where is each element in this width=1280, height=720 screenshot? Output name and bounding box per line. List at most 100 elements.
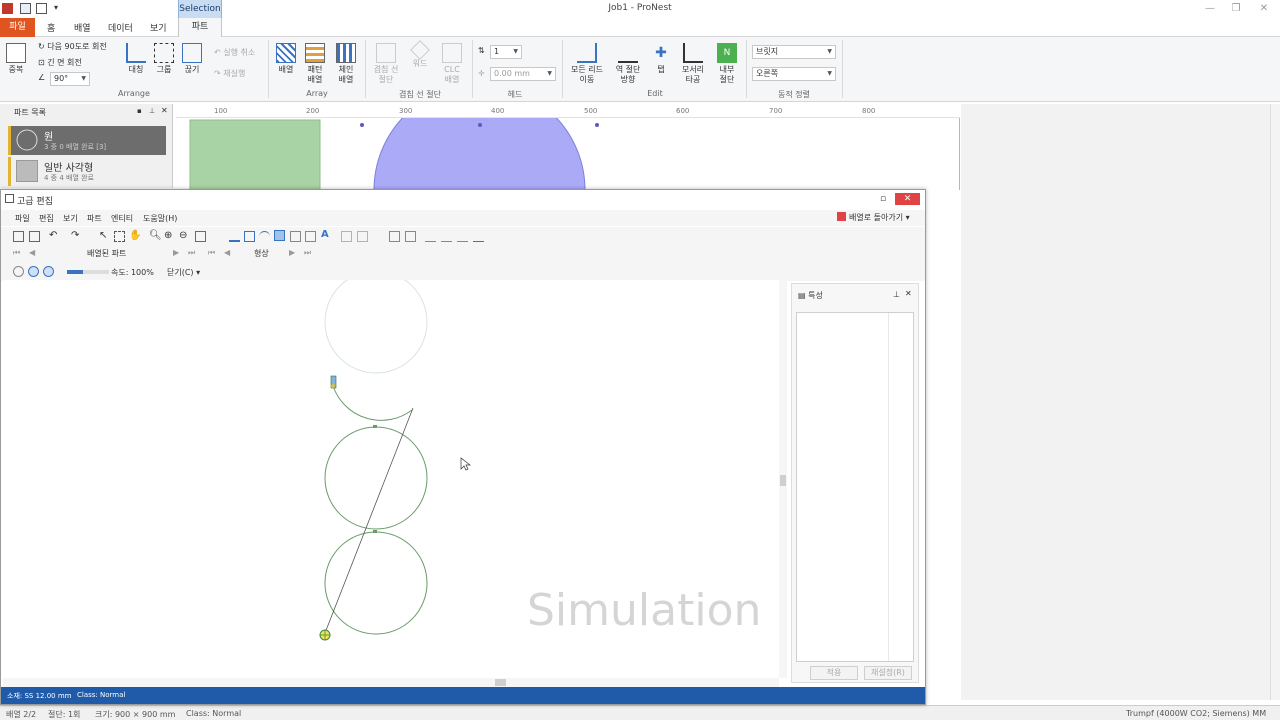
minimize-button[interactable]: — xyxy=(1200,2,1220,16)
tab-button[interactable]: ✚ 탭 xyxy=(650,43,672,75)
move-all-leads-button[interactable]: 모든 리드 이동 xyxy=(568,43,606,85)
sort-direction-combo[interactable]: 오른쪽 ▼ xyxy=(752,67,836,81)
print-icon[interactable] xyxy=(29,231,40,242)
tab-view[interactable]: 보기 xyxy=(150,21,167,34)
rotate-next-90-button[interactable]: ↻ 다음 90도로 회전 xyxy=(38,41,107,52)
draw-rect-icon[interactable] xyxy=(244,231,255,242)
ruler-label: 200 xyxy=(306,107,320,115)
reverse-cut-direction-button[interactable]: 역 절단 방향 xyxy=(612,43,644,85)
scroll-thumb[interactable] xyxy=(780,475,786,486)
select-icon[interactable]: ↖ xyxy=(99,230,110,241)
stop-icon[interactable] xyxy=(43,266,54,277)
zoom-icon[interactable]: 🔍︎ xyxy=(149,230,162,241)
clc-array-button[interactable]: CLC 배열 xyxy=(438,43,466,85)
undo-exec-button[interactable]: ↶ 실행 취소 xyxy=(214,47,255,58)
head-count-combo[interactable]: 1 ▼ xyxy=(490,45,522,59)
scroll-thumb[interactable] xyxy=(495,679,506,686)
chart-icon[interactable] xyxy=(473,231,484,242)
sim-vertical-scrollbar[interactable] xyxy=(779,280,787,678)
tab-tool-icon[interactable] xyxy=(457,231,468,242)
dimension-icon[interactable] xyxy=(405,231,416,242)
dialog-close-button[interactable]: ✕ xyxy=(895,193,920,205)
play-icon[interactable] xyxy=(13,266,24,277)
tab-part[interactable]: 파트 xyxy=(178,18,222,38)
chain-array-button[interactable]: 체인 배열 xyxy=(333,43,359,85)
array-button[interactable]: 배열 xyxy=(274,43,298,75)
parts-list-title: 파트 목록 xyxy=(14,108,46,117)
main-vertical-scrollbar[interactable] xyxy=(1270,104,1280,700)
close-button[interactable]: ✕ xyxy=(1254,2,1274,16)
apply-button[interactable]: 적용 xyxy=(810,666,858,680)
panel-close-icon[interactable]: ✕ xyxy=(161,106,168,115)
properties-pin-icon[interactable]: ⊥ xyxy=(893,290,900,299)
interior-cut-button[interactable]: N 내부 절단 xyxy=(712,43,742,85)
pan-icon[interactable]: ✋ xyxy=(129,230,141,241)
trim-icon[interactable] xyxy=(290,231,301,242)
menu-part[interactable]: 파트 xyxy=(87,213,102,224)
zoom-fit-icon[interactable] xyxy=(195,231,206,242)
redo-exec-button[interactable]: ↷ 재실행 xyxy=(214,68,245,79)
active-tool-icon[interactable] xyxy=(274,230,285,241)
close-sim-button[interactable]: 닫기(C) ▾ xyxy=(167,267,200,278)
part-item-circle[interactable]: 원 3 중 0 배열 완료 [3] xyxy=(8,126,166,155)
draw-line-icon[interactable] xyxy=(229,231,240,242)
tab-data[interactable]: 데이터 xyxy=(108,21,133,34)
last-part-icon[interactable]: ⏭ xyxy=(188,248,199,259)
pause-icon[interactable] xyxy=(28,266,39,277)
redo-icon[interactable]: ↷ xyxy=(71,230,82,241)
dialog-restore-button[interactable]: ▫ xyxy=(877,193,889,205)
tab-home[interactable]: 홈 xyxy=(47,21,55,34)
cut-path-icon[interactable] xyxy=(425,231,436,242)
auto-hide-icon[interactable]: ⊥ xyxy=(149,107,155,115)
draw-arc-icon[interactable] xyxy=(259,231,270,242)
next-shape-icon[interactable]: ▶ xyxy=(289,248,300,259)
undo-icon[interactable]: ↶ xyxy=(49,230,60,241)
first-part-icon[interactable]: ⏮ xyxy=(13,248,24,259)
mirror-button[interactable]: 대칭 xyxy=(124,43,148,75)
reset-button[interactable]: 재설정(R) xyxy=(864,666,912,680)
zoom-out-icon[interactable]: ⊖ xyxy=(179,230,190,241)
lead-icon[interactable] xyxy=(341,231,352,242)
tab-file[interactable]: 파일 xyxy=(0,18,35,37)
menu-entity[interactable]: 엔티티 xyxy=(111,213,133,224)
pin-icon[interactable]: ▪ xyxy=(137,107,142,115)
common-line-cut-button[interactable]: 겹침 선 절단 xyxy=(370,43,402,85)
menu-help[interactable]: 도움말(H) xyxy=(143,213,177,224)
last-shape-icon[interactable]: ⏭ xyxy=(304,248,315,259)
bridge-button[interactable]: 워드 xyxy=(406,40,434,69)
head-offset-combo[interactable]: 0.00 mm ▼ xyxy=(490,67,556,81)
dialog-toolbar-2: ⏮ ◀ 배열된 파트 ▶ ⏭ ⏮ ◀ 형상 ▶ ⏭ xyxy=(1,245,925,263)
nest-canvas[interactable] xyxy=(176,118,960,190)
part-item-rectangle[interactable]: 일반 사각형 4 중 4 배열 완료 xyxy=(8,157,166,186)
prev-shape-icon[interactable]: ◀ xyxy=(224,248,235,259)
speed-slider[interactable] xyxy=(67,270,109,274)
sim-horizontal-scrollbar[interactable] xyxy=(3,678,779,687)
long-side-rotate-button[interactable]: ⊡ 긴 면 회전 xyxy=(38,57,82,68)
properties-close-icon[interactable]: ✕ xyxy=(905,289,912,298)
properties-grid[interactable] xyxy=(796,312,914,662)
menu-edit[interactable]: 편집 xyxy=(39,213,54,224)
first-shape-icon[interactable]: ⏮ xyxy=(208,248,219,259)
goto-array-button[interactable]: 배열로 돌아가기 ▾ xyxy=(837,212,910,223)
sort-bridge-combo[interactable]: 브릿지 ▼ xyxy=(752,45,836,59)
group-button[interactable]: 그룹 xyxy=(152,43,176,75)
tab-array[interactable]: 배열 xyxy=(74,21,91,34)
menu-file[interactable]: 파일 xyxy=(15,213,30,224)
rotation-angle-combo[interactable]: 90° ▼ xyxy=(50,72,90,86)
corner-loop-button[interactable]: 모서리 타공 xyxy=(678,43,708,85)
save-icon[interactable] xyxy=(13,231,24,242)
zoom-in-icon[interactable]: ⊕ xyxy=(164,230,175,241)
next-part-icon[interactable]: ▶ xyxy=(173,248,184,259)
prev-part-icon[interactable]: ◀ xyxy=(29,248,40,259)
measure-icon[interactable] xyxy=(389,231,400,242)
duplicate-button[interactable]: 중복 xyxy=(4,43,28,75)
explode-button[interactable]: 끊기 xyxy=(180,43,204,75)
lead-options-icon[interactable] xyxy=(357,231,368,242)
extend-icon[interactable] xyxy=(305,231,316,242)
menu-view[interactable]: 보기 xyxy=(63,213,78,224)
box-select-icon[interactable] xyxy=(114,231,125,242)
pattern-array-button[interactable]: 패턴 배열 xyxy=(302,43,328,85)
cut-order-icon[interactable] xyxy=(441,231,452,242)
restore-button[interactable]: ❐ xyxy=(1226,2,1246,16)
text-icon[interactable]: A xyxy=(321,229,332,240)
